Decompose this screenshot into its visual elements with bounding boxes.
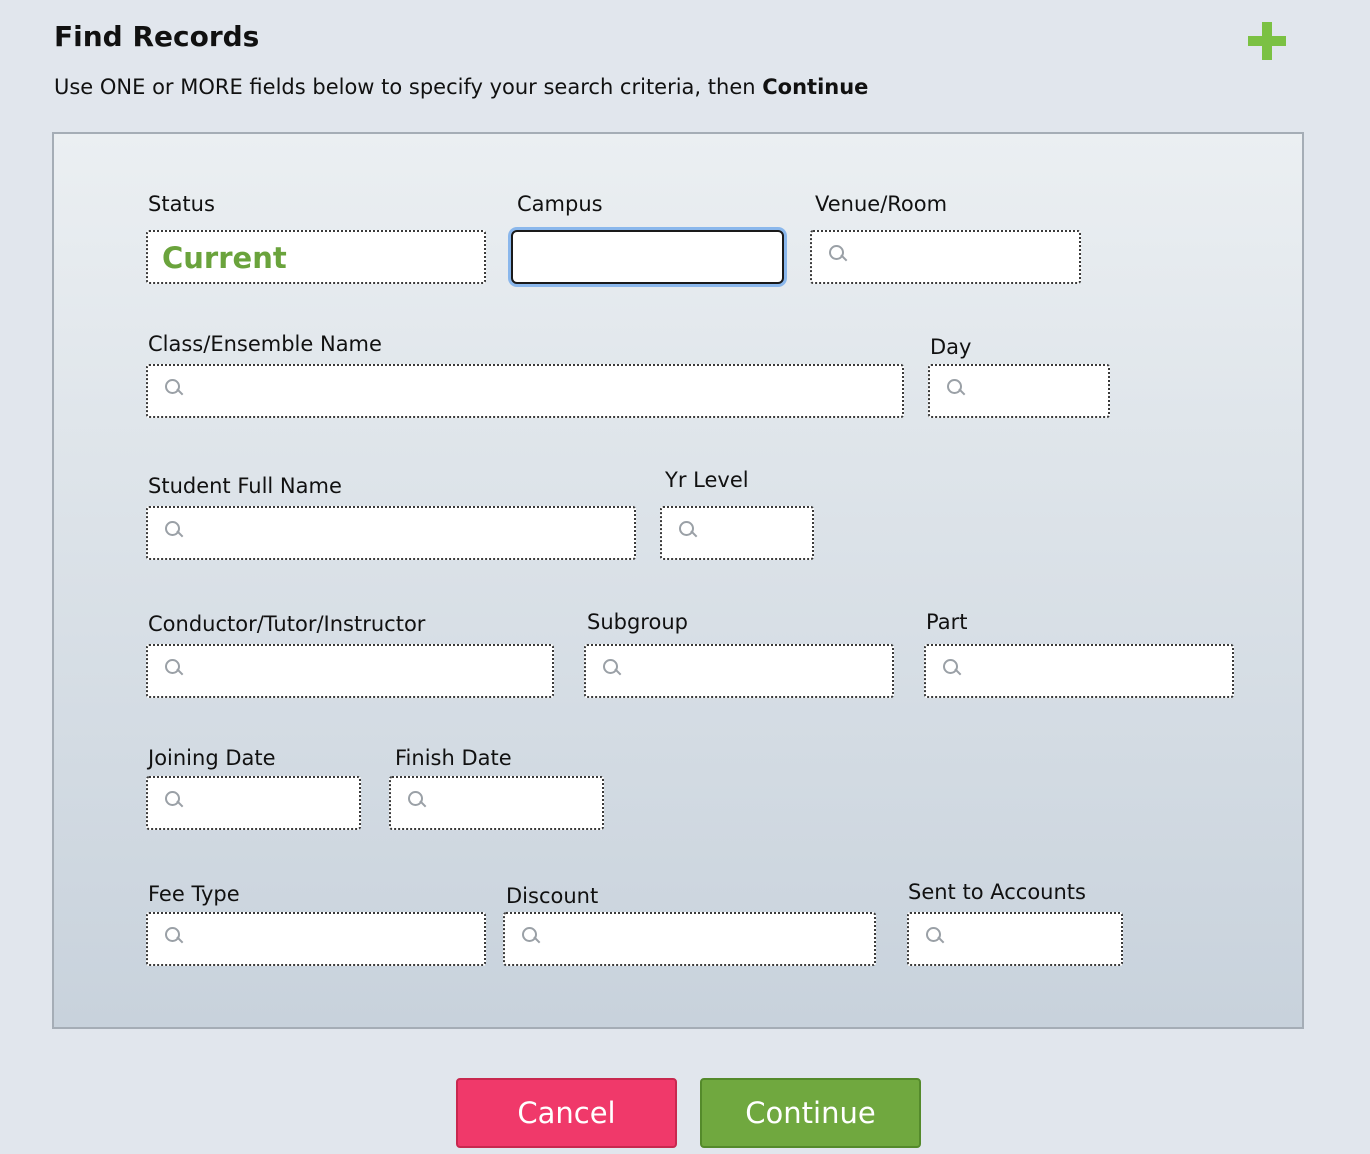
class-name-field[interactable] xyxy=(146,364,904,418)
search-icon xyxy=(947,379,965,399)
continue-button[interactable]: Continue xyxy=(700,1078,921,1148)
sent-to-accounts-field[interactable] xyxy=(907,912,1123,966)
subgroup-label: Subgroup xyxy=(587,610,688,634)
status-field[interactable]: Current xyxy=(146,230,486,284)
conductor-label: Conductor/Tutor/Instructor xyxy=(148,612,426,636)
part-label: Part xyxy=(926,610,968,634)
yr-level-field[interactable] xyxy=(660,506,814,560)
venue-room-label: Venue/Room xyxy=(815,192,948,216)
student-full-name-label: Student Full Name xyxy=(148,474,342,498)
find-records-page: Find Records Use ONE or MORE fields belo… xyxy=(0,0,1370,1154)
finish-date-field[interactable] xyxy=(389,776,604,830)
subgroup-field[interactable] xyxy=(584,644,894,698)
search-icon xyxy=(408,791,426,811)
page-title: Find Records xyxy=(54,20,260,53)
discount-field[interactable] xyxy=(503,912,876,966)
venue-room-field[interactable] xyxy=(810,230,1081,284)
part-field[interactable] xyxy=(924,644,1234,698)
plus-icon[interactable] xyxy=(1248,22,1286,60)
search-icon xyxy=(165,659,183,679)
search-icon xyxy=(165,927,183,947)
search-icon xyxy=(165,379,183,399)
search-icon xyxy=(522,927,540,947)
search-icon xyxy=(165,521,183,541)
cancel-button[interactable]: Cancel xyxy=(456,1078,677,1148)
instructions-bold: Continue xyxy=(762,75,869,99)
finish-date-label: Finish Date xyxy=(395,746,512,770)
joining-date-label: Joining Date xyxy=(148,746,276,770)
class-name-label: Class/Ensemble Name xyxy=(148,332,382,356)
fee-type-field[interactable] xyxy=(146,912,486,966)
fee-type-label: Fee Type xyxy=(148,882,240,906)
search-icon xyxy=(603,659,621,679)
campus-label: Campus xyxy=(517,192,603,216)
search-icon xyxy=(679,521,697,541)
search-icon xyxy=(829,245,847,265)
search-icon xyxy=(165,791,183,811)
instructions-text: Use ONE or MORE fields below to specify … xyxy=(54,75,868,99)
status-value: Current xyxy=(162,241,287,275)
sent-to-accounts-label: Sent to Accounts xyxy=(908,880,1086,904)
search-icon xyxy=(943,659,961,679)
instructions-body: Use ONE or MORE fields below to specify … xyxy=(54,75,756,99)
discount-label: Discount xyxy=(506,884,599,908)
student-full-name-field[interactable] xyxy=(146,506,636,560)
day-label: Day xyxy=(930,335,972,359)
conductor-field[interactable] xyxy=(146,644,554,698)
status-label: Status xyxy=(148,192,215,216)
joining-date-field[interactable] xyxy=(146,776,361,830)
day-field[interactable] xyxy=(928,364,1110,418)
search-icon xyxy=(926,927,944,947)
campus-field[interactable] xyxy=(511,230,784,284)
yr-level-label: Yr Level xyxy=(665,468,749,492)
